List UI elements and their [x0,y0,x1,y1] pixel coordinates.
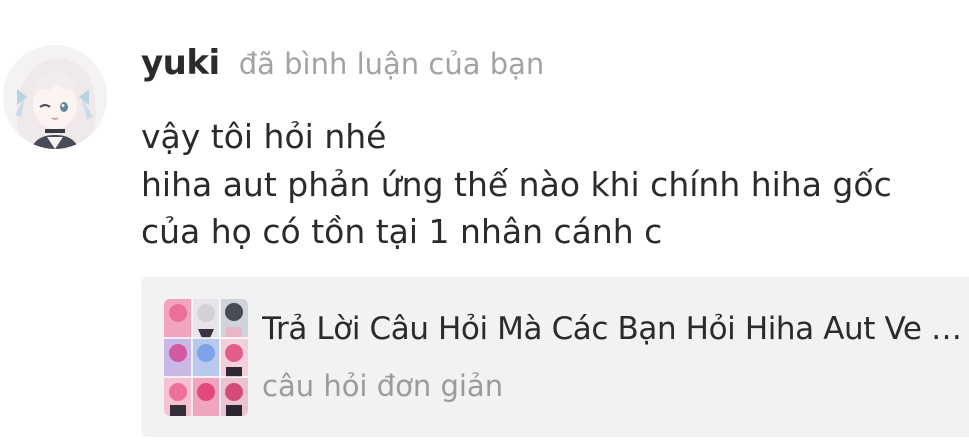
comment-notification[interactable]: yuki đã bình luận của bạn vậy tôi hỏi nh… [0,0,969,440]
user-avatar[interactable] [3,45,107,149]
story-cover-collage [164,299,248,416]
comment-line: của họ có tồn tại 1 nhân cánh c [141,212,663,251]
story-subtitle: câu hỏi đơn giản [262,369,504,403]
comment-line: vậy tôi hỏi nhé [141,117,387,156]
username-link[interactable]: yuki [141,43,220,83]
notification-action-text: đã bình luận của bạn [238,47,545,81]
comment-line: hiha aut phản ứng thế nào khi chính hiha… [141,164,892,204]
story-cover-thumbnail[interactable] [164,299,248,416]
anime-avatar-image [3,45,107,149]
story-card[interactable]: Trả Lời Câu Hỏi Mà Các Bạn Hỏi Hiha Aut … [141,277,969,437]
story-title[interactable]: Trả Lời Câu Hỏi Mà Các Bạn Hỏi Hiha Aut … [262,305,969,353]
notification-header: yuki đã bình luận của bạn [141,40,544,92]
comment-text: vậy tôi hỏi nhé hiha aut phản ứng thế nà… [141,113,892,256]
